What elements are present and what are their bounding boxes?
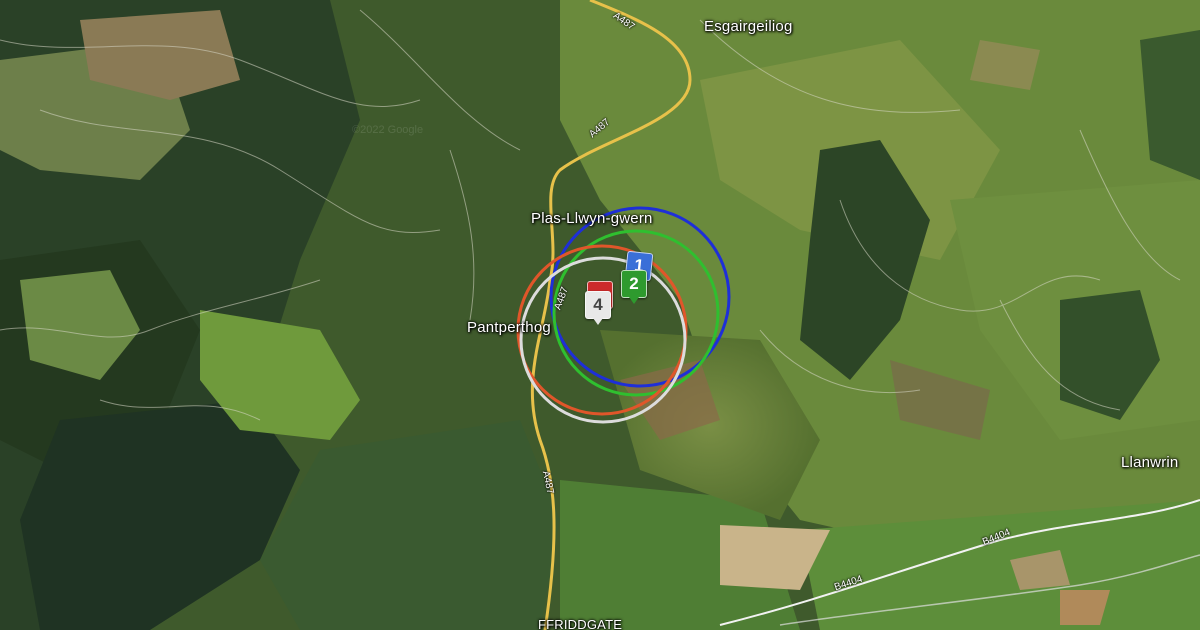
place-label-llanwrin[interactable]: Llanwrin: [1121, 454, 1178, 471]
place-label-esgairgeiliog[interactable]: Esgairgeiliog: [704, 18, 792, 35]
map-marker-2[interactable]: 2: [621, 270, 647, 304]
place-label-ffriddgate[interactable]: FFRIDDGATE: [538, 617, 622, 630]
map-watermark: ©2022 Google: [352, 124, 424, 136]
place-label-plas-llwyn-gwern[interactable]: Plas-Llwyn-gwern: [531, 210, 653, 227]
map-marker-4[interactable]: 4: [585, 291, 611, 325]
place-label-pantperthog[interactable]: Pantperthog: [467, 319, 551, 336]
satellite-map[interactable]: ©2022 Google Esgairgeiliog Plas-Llwyn-gw…: [0, 0, 1200, 630]
